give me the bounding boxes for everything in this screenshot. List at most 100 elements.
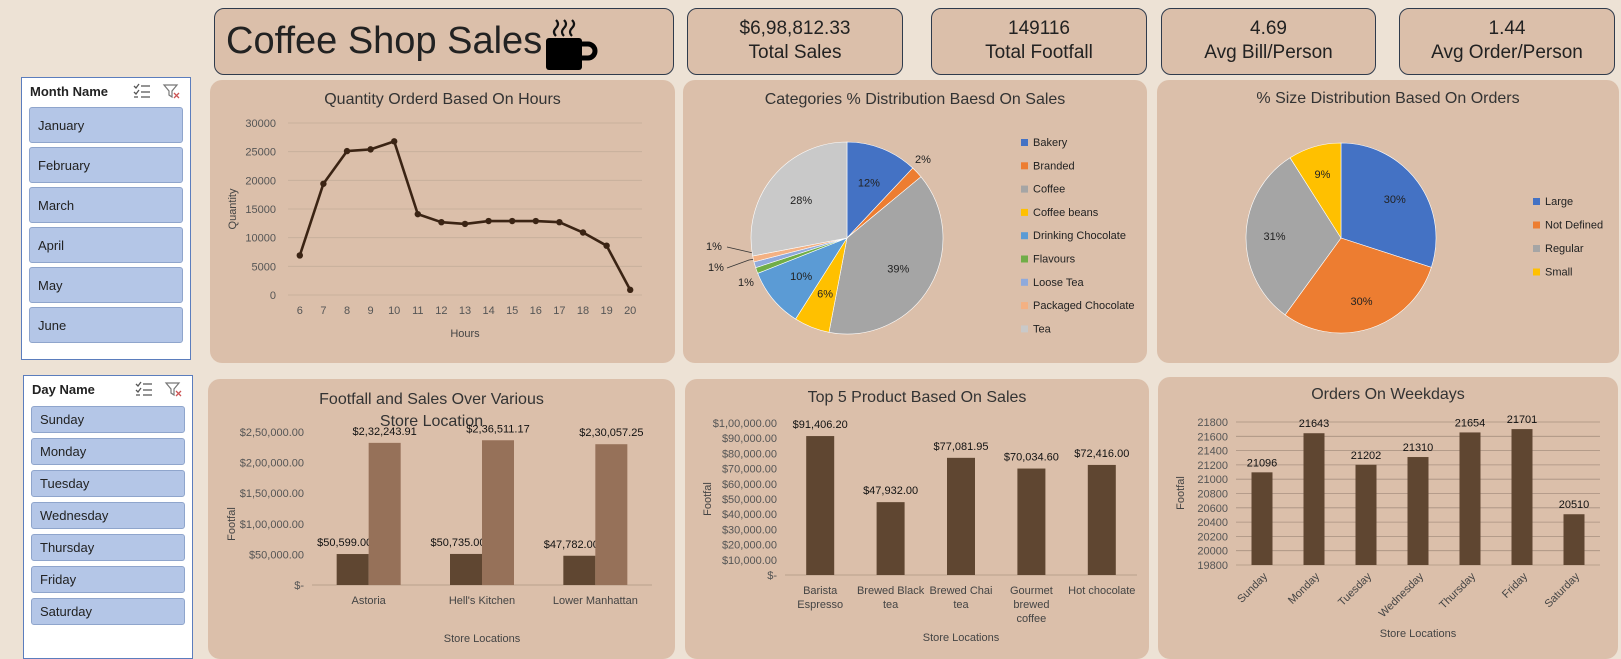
data-point <box>391 138 398 145</box>
x-tick-label: 10 <box>388 305 400 317</box>
kpi-value: 1.44 <box>1488 18 1526 39</box>
data-point <box>320 180 327 187</box>
legend-label: Tea <box>1033 323 1052 335</box>
slice-label: 31% <box>1264 231 1286 243</box>
slicer-item-saturday[interactable]: Saturday <box>31 598 185 625</box>
x-tick-label: 19 <box>600 305 612 317</box>
bar <box>1407 457 1429 565</box>
legend-label: Regular <box>1545 243 1584 255</box>
bar <box>482 440 514 585</box>
slicer-item-march[interactable]: March <box>29 187 183 223</box>
y-tick-label: $1,00,000.00 <box>713 418 777 430</box>
data-label: $91,406.20 <box>793 419 848 431</box>
x-axis-label: Store Locations <box>1380 628 1457 640</box>
x-tick-label: tea <box>883 599 899 611</box>
bar <box>876 502 905 575</box>
slicer-item-monday[interactable]: Monday <box>31 438 185 465</box>
kpi-label: Total Footfall <box>985 42 1093 63</box>
kpi-avg-order: 1.44 Avg Order/Person <box>1399 8 1615 75</box>
y-tick-label: $50,000.00 <box>249 549 304 561</box>
legend-swatch <box>1533 245 1540 252</box>
hours-line-chart: 0 5000 10000 15000 20000 25000 30000 6 7 8 9 10 11 12… <box>227 118 642 340</box>
stores-chart-panel: Footfall and Sales Over Various Store Lo… <box>208 379 675 659</box>
categories-chart-panel: Categories % Distribution Baesd On Sales… <box>683 80 1147 363</box>
slice-label: 2% <box>915 154 931 166</box>
data-point <box>343 147 351 155</box>
multi-select-icon[interactable] <box>134 380 154 398</box>
x-tick-label: 15 <box>506 305 518 317</box>
data-point <box>532 217 539 225</box>
sizes-chart-panel: % Size Distribution Based On Orders 30% L… <box>1157 80 1619 363</box>
data-label: 21096 <box>1247 457 1278 469</box>
y-tick-label: $20,000.00 <box>722 540 777 552</box>
bar <box>1251 472 1273 565</box>
day-slicer: Day Name Sunday Monday Tuesday Wednesday… <box>23 375 193 659</box>
slicer-item-april[interactable]: April <box>29 227 183 263</box>
x-tick-label: 12 <box>435 305 447 317</box>
label-leader-line <box>726 258 757 269</box>
slice-label: 9% <box>1314 169 1330 181</box>
y-tick-label: 25000 <box>245 147 276 159</box>
y-tick-label: 19800 <box>1197 560 1228 572</box>
y-tick-label: 20800 <box>1197 489 1228 501</box>
categories-pie-chart: 12% Bakery 2% Branded 39% Coffee 6% Coffee bean… <box>706 137 1135 335</box>
y-tick-label: $40,000.00 <box>722 509 777 521</box>
data-point <box>627 286 634 294</box>
y-tick-label: $90,000.00 <box>722 433 777 445</box>
bar <box>1563 514 1585 565</box>
legend-label: Packaged Chocolate <box>1033 300 1135 312</box>
legend-swatch <box>1533 221 1540 229</box>
x-tick-label: 13 <box>459 305 471 317</box>
bar <box>1087 464 1116 575</box>
y-tick-label: 20200 <box>1197 531 1228 543</box>
y-tick-label: 21000 <box>1197 474 1228 486</box>
slicer-item-february[interactable]: February <box>29 147 183 183</box>
data-label: 21643 <box>1299 418 1330 430</box>
bar <box>1511 429 1533 565</box>
slicer-item-may[interactable]: May <box>29 267 183 303</box>
x-tick-label: Gourmet <box>1010 585 1053 597</box>
y-tick-label: $10,000.00 <box>722 555 777 567</box>
slicer-item-january[interactable]: January <box>29 107 183 143</box>
x-tick-label: Hell's Kitchen <box>449 595 515 607</box>
slicer-item-tuesday[interactable]: Tuesday <box>31 470 185 497</box>
legend-swatch <box>1021 162 1028 170</box>
y-tick-label: 20400 <box>1197 517 1228 529</box>
y-tick-label: 30000 <box>245 118 276 130</box>
slicer-item-wednesday[interactable]: Wednesday <box>31 502 185 529</box>
kpi-label: Avg Bill/Person <box>1204 42 1333 63</box>
y-tick-label: $30,000.00 <box>722 524 777 536</box>
legend-label: Drinking Chocolate <box>1033 230 1126 242</box>
y-tick-label: 21800 <box>1197 417 1228 429</box>
slice-label: 1% <box>706 241 722 253</box>
slicer-item-thursday[interactable]: Thursday <box>31 534 185 561</box>
x-tick-label: Espresso <box>797 599 843 611</box>
stores-bar-chart: $- $50,000.00 $1,00,000.00 $1,50,000.00 $2,0… <box>226 423 652 645</box>
x-tick-label: Barista <box>803 585 838 597</box>
series-line <box>298 140 632 291</box>
clear-filter-icon[interactable] <box>164 380 184 398</box>
x-tick-label: 16 <box>530 305 542 317</box>
legend-label: Branded <box>1033 160 1075 172</box>
data-label: 21310 <box>1403 442 1434 454</box>
slicer-item-friday[interactable]: Friday <box>31 566 185 593</box>
legend-swatch <box>1021 302 1028 310</box>
clear-filter-icon[interactable] <box>162 82 182 100</box>
x-tick-label: Wednesday <box>1377 570 1427 620</box>
data-label: $77,081.95 <box>933 441 988 453</box>
y-tick-label: 20600 <box>1197 503 1228 515</box>
legend-swatch <box>1021 255 1028 263</box>
multi-select-icon[interactable] <box>132 82 152 100</box>
y-tick-label: $50,000.00 <box>722 494 777 506</box>
x-tick-label: Monday <box>1286 570 1323 607</box>
legend-swatch <box>1021 278 1028 286</box>
slicer-item-sunday[interactable]: Sunday <box>31 406 185 433</box>
bar <box>806 436 835 575</box>
slicer-item-june[interactable]: June <box>29 307 183 343</box>
slice-label: 39% <box>887 263 909 275</box>
legend-label: Not Defined <box>1545 220 1603 232</box>
bar <box>947 457 975 575</box>
legend-swatch <box>1533 268 1540 276</box>
slice-label: 1% <box>738 277 754 289</box>
weekdays-chart-panel: Orders On Weekdays 19800 20000 20200 20400 2… <box>1158 377 1618 659</box>
